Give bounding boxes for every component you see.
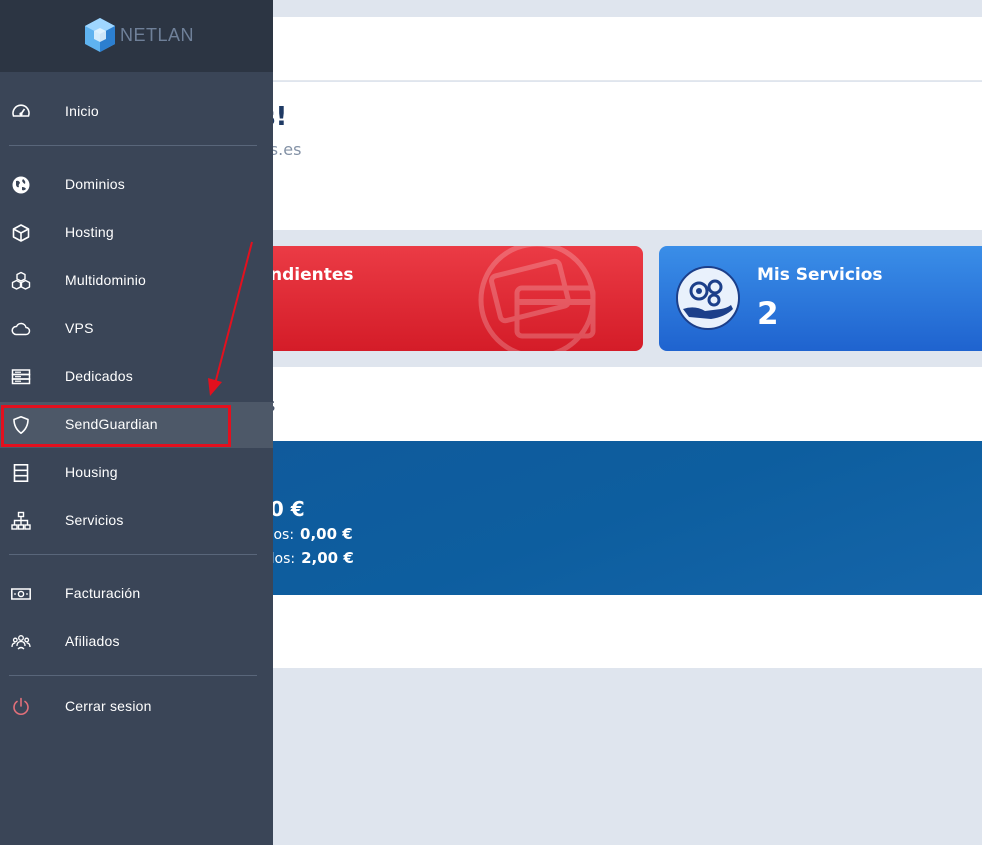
logo-area: NETLAN [0,0,273,72]
sidebar-item-label: Servicios [65,512,124,528]
power-icon [13,697,29,715]
boxes-icon [11,271,31,290]
credit-card-icon [478,246,596,351]
welcome-panel: s! as.es [230,82,982,230]
sidebar-item-housing[interactable]: Housing [0,450,273,496]
my-services-count: 2 [757,296,779,332]
sidebar-item-label: Dominios [65,176,125,192]
sidebar-item-label: Multidominio [65,272,146,288]
sidebar-item-label: Afiliados [65,633,120,649]
sidebar-item-label: Inicio [65,103,99,119]
sidebar-item-inicio[interactable]: Inicio [0,89,273,135]
top-panel [230,17,982,81]
rack-icon [13,463,29,482]
sidebar-item-dominios[interactable]: Dominios [0,162,273,208]
sidebar-item-label: Hosting [65,224,114,240]
balance-panel: o 00 € ados:0,00 € ridos:2,00 € [230,441,982,595]
sidebar-item-facturacion[interactable]: Facturación [0,571,273,617]
sidebar-item-multidominio[interactable]: Multidominio [0,258,273,304]
sidebar-item-label: VPS [65,320,94,336]
my-services-title: Mis Servicios [757,265,883,285]
divider [9,675,257,676]
users-icon [11,635,31,650]
sidebar-item-dedicados[interactable]: Dedicados [0,354,273,400]
cloud-icon [11,322,31,336]
section-heading-panel: s [230,367,982,441]
sidebar-item-afiliados[interactable]: Afiliados [0,619,273,665]
sidebar-item-label: Dedicados [65,368,133,384]
sitemap-icon [11,511,31,530]
money-icon [11,588,31,600]
box-icon [12,224,30,242]
my-services-card[interactable]: Mis Servicios 2 [659,246,982,351]
pending-invoices-title: ndientes [270,265,354,285]
highlight-box [1,405,231,447]
dashboard-icon [12,104,30,117]
logo[interactable]: NETLAN [84,17,194,53]
cube-logo-icon [85,18,115,52]
sidebar-item-label: Facturación [65,585,141,601]
sidebar-item-label: Housing [65,464,118,480]
pending-invoices-card[interactable]: ndientes [230,246,643,351]
bottom-panel [230,595,982,668]
divider [9,145,257,146]
sidebar-item-hosting[interactable]: Hosting [0,210,273,256]
divider [9,554,257,555]
sidebar-item-label: Cerrar sesion [65,698,152,714]
sidebar-item-logout[interactable]: Cerrar sesion [0,684,273,730]
sidebar-item-vps[interactable]: VPS [0,306,273,352]
balance-row-value: 2,00 € [301,549,354,567]
balance-row-value: 0,00 € [300,525,353,543]
globe-icon [12,176,30,194]
server-icon [11,369,31,385]
logo-text: NETLAN [120,24,195,45]
sidebar-item-servicios[interactable]: Servicios [0,498,273,544]
services-gears-icon [676,266,740,330]
